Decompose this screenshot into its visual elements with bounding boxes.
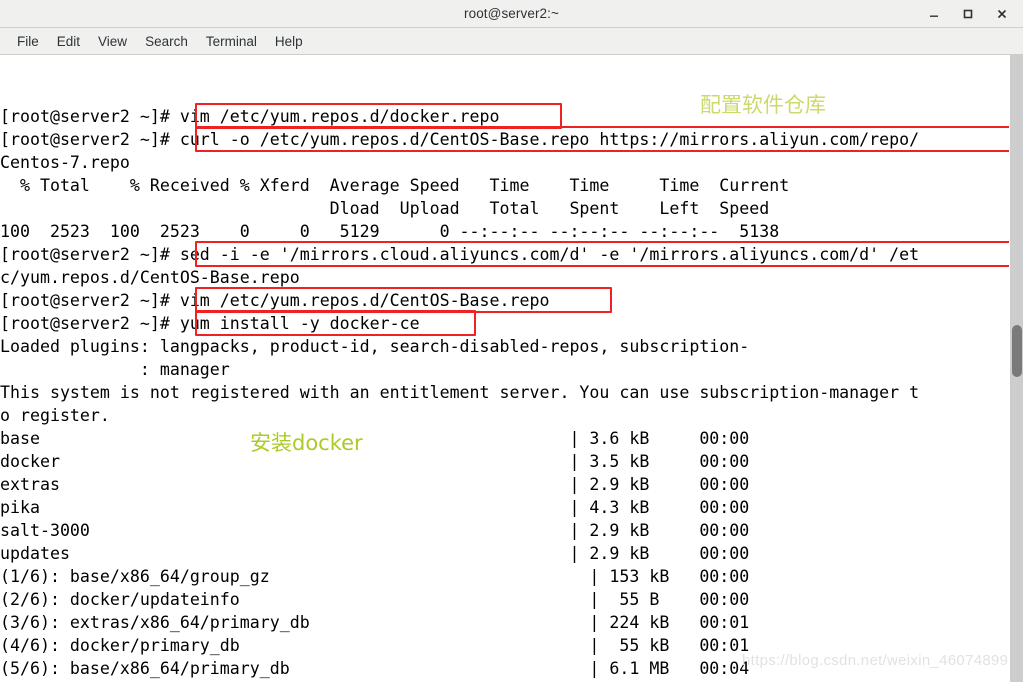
minimize-icon[interactable] (925, 5, 943, 23)
menu-item-view[interactable]: View (89, 32, 136, 51)
terminal-line: salt-3000 | 2.9 kB 00:00 (0, 521, 750, 540)
terminal-line: (2/6): docker/updateinfo | 55 B 00:00 (0, 590, 750, 609)
terminal-line: (1/6): base/x86_64/group_gz | 153 kB 00:… (0, 567, 750, 586)
window-titlebar: root@server2:~ (0, 0, 1023, 28)
terminal-line: updates | 2.9 kB 00:00 (0, 544, 750, 563)
install-docker-annotation: 安装docker (250, 431, 363, 455)
menu-item-edit[interactable]: Edit (48, 32, 89, 51)
terminal-line: (3/6): extras/x86_64/primary_db | 224 kB… (0, 613, 750, 632)
maximize-icon[interactable] (959, 5, 977, 23)
terminal-line: (4/6): docker/primary_db | 55 kB 00:01 (0, 636, 750, 655)
menu-item-search[interactable]: Search (136, 32, 197, 51)
configure-repo-annotation: 配置软件仓库 (700, 93, 826, 117)
terminal-window: root@server2:~ File Edit View Search Ter… (0, 0, 1023, 682)
terminal-line: c/yum.repos.d/CentOS-Base.repo (0, 268, 300, 287)
window-controls (925, 0, 1017, 28)
terminal-line: (5/6): base/x86_64/primary_db | 6.1 MB 0… (0, 659, 750, 678)
terminal-line: [root@server2 ~]# curl -o /etc/yum.repos… (0, 130, 920, 149)
terminal-line: 100 2523 100 2523 0 0 5129 0 --:--:-- --… (0, 222, 780, 241)
menu-bar: File Edit View Search Terminal Help (0, 28, 1023, 55)
terminal-line: : manager (0, 360, 230, 379)
scrollbar-thumb[interactable] (1012, 325, 1022, 377)
terminal-line: Loaded plugins: langpacks, product-id, s… (0, 337, 750, 356)
terminal-line: docker | 3.5 kB 00:00 (0, 452, 750, 471)
window-title: root@server2:~ (463, 6, 560, 21)
close-icon[interactable] (993, 5, 1011, 23)
terminal-line: This system is not registered with an en… (0, 383, 920, 402)
terminal-line: Dload Upload Total Spent Left Speed (0, 199, 770, 218)
terminal-line: [root@server2 ~]# vim /etc/yum.repos.d/C… (0, 291, 550, 310)
watermark: https://blog.csdn.net/weixin_46074899 (742, 652, 1009, 669)
terminal-line: o register. (0, 406, 110, 425)
menu-item-help[interactable]: Help (266, 32, 312, 51)
terminal-scrollbar[interactable] (1009, 55, 1023, 682)
terminal-line: Centos-7.repo (0, 153, 130, 172)
terminal-line: [root@server2 ~]# vim /etc/yum.repos.d/d… (0, 107, 500, 126)
terminal-line: [root@server2 ~]# sed -i -e '/mirrors.cl… (0, 245, 920, 264)
terminal-line: base | 3.6 kB 00:00 (0, 429, 750, 448)
terminal-line: extras | 2.9 kB 00:00 (0, 475, 750, 494)
terminal-line: pika | 4.3 kB 00:00 (0, 498, 750, 517)
menu-item-terminal[interactable]: Terminal (197, 32, 266, 51)
terminal-line: % Total % Received % Xferd Average Speed… (0, 176, 790, 195)
terminal-output[interactable]: [root@server2 ~]# vim /etc/yum.repos.d/d… (0, 55, 1009, 682)
terminal-line: [root@server2 ~]# yum install -y docker-… (0, 314, 420, 333)
menu-item-file[interactable]: File (8, 32, 48, 51)
